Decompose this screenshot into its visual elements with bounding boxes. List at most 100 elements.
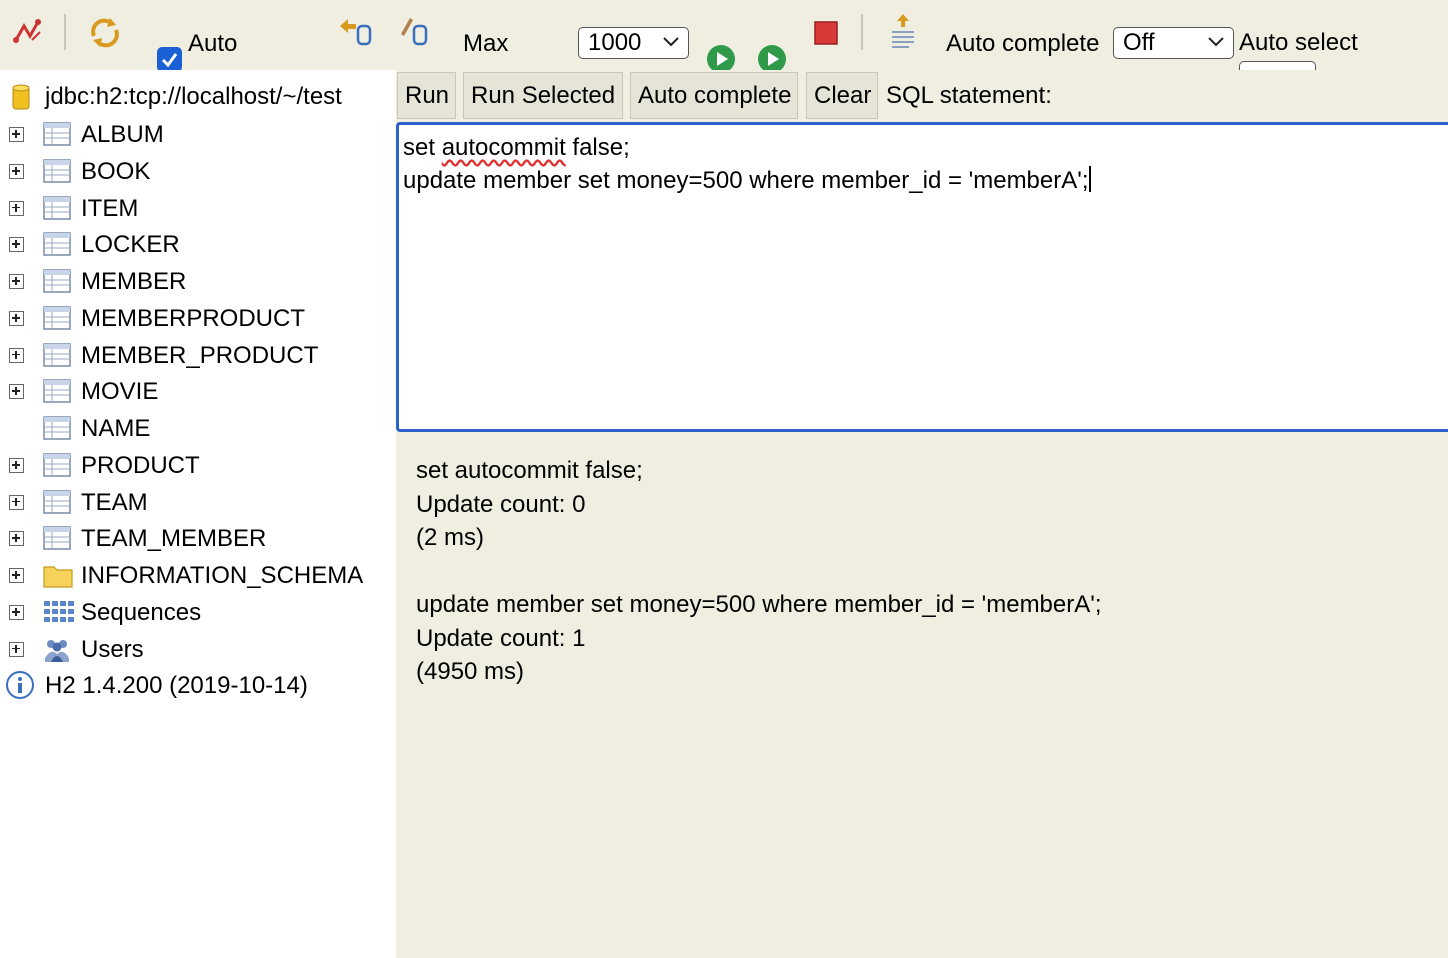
expand-icon[interactable] [9,531,24,547]
toolbar: Auto Max 1000 Auto complete Off Auto sel… [0,0,1448,70]
tree-table-locker[interactable]: LOCKER [0,228,396,262]
tree-table-team_member[interactable]: TEAM_MEMBER [0,522,396,556]
tree-table-book[interactable]: BOOK [0,155,396,189]
tree-table-team[interactable]: TEAM [0,486,396,520]
tree-item-label: MEMBER_PRODUCT [81,341,319,369]
misspelled-word: autocommit [441,134,566,161]
tree-table-product[interactable]: PRODUCT [0,449,396,483]
tree-item-label: MEMBER [81,268,187,295]
run-selected-button[interactable]: Run Selected [463,72,623,119]
table-icon [43,121,71,147]
expand-icon[interactable] [9,384,24,400]
tree-table-movie[interactable]: MOVIE [0,375,396,409]
result-output: set autocommit false; Update count: 0 (2 m… [416,454,1102,689]
tree-item-label: ITEM [81,194,139,222]
users-icon [43,636,71,662]
tree-table-member_product[interactable]: MEMBER_PRODUCT [0,339,396,373]
autocomplete-label: Auto complete [946,30,1100,57]
autoselect-select[interactable] [1239,61,1316,70]
table-icon [43,378,71,404]
tree-table-item[interactable]: ITEM [0,192,396,226]
table-icon [43,489,71,515]
tree-table-name[interactable]: NAME [0,412,396,446]
max-rows-select[interactable]: 1000 [578,27,689,59]
tree-item-label: ALBUM [81,121,164,148]
expand-icon[interactable] [9,163,24,179]
expand-icon[interactable] [9,568,24,583]
stop-icon[interactable] [813,20,839,46]
result-line: set autocommit false; [416,457,643,484]
tree-schema[interactable]: INFORMATION_SCHEMA [0,559,396,593]
sequences-icon [43,599,74,625]
run-icon[interactable] [706,44,736,70]
table-icon [43,158,71,184]
tree-item-label: BOOK [81,157,151,185]
tree-connection[interactable]: jdbc:h2:tcp://localhost/~/test [0,80,396,114]
table-icon [43,525,71,551]
refresh-icon[interactable] [88,16,122,48]
info-icon [5,670,35,705]
history-icon[interactable] [889,12,917,52]
sql-editor[interactable]: set autocommit false; update member set … [396,122,1448,432]
run-button[interactable]: Run [397,72,456,119]
tree-table-album[interactable]: ALBUM [0,118,396,152]
query-panel: Run Run Selected Auto complete Clear SQL… [396,70,1448,958]
sql-line-1: set autocommit false; [403,131,1448,164]
clear-button[interactable]: Clear [806,72,878,119]
tree-table-member[interactable]: MEMBER [0,265,396,299]
rollback-icon[interactable] [336,16,372,46]
commit-icon[interactable] [398,16,430,46]
folder-icon [43,562,73,588]
tree-users[interactable]: Users [0,633,396,667]
expand-icon[interactable] [9,347,24,363]
run-selected-icon[interactable] [757,44,787,70]
object-tree: jdbc:h2:tcp://localhost/~/test ALBUM BOOK… [0,70,396,958]
tree-item-label: TEAM [81,488,148,516]
tree-item-label: Sequences [81,598,202,626]
table-icon [43,342,71,368]
result-line: update member set money=500 where member… [416,591,1102,618]
tree-item-label: MOVIE [81,378,159,406]
connection-url: jdbc:h2:tcp://localhost/~/test [45,83,342,110]
tree-item-label: LOCKER [81,231,180,259]
version-label: H2 1.4.200 (2019-10-14) [45,672,308,700]
tree-table-memberproduct[interactable]: MEMBERPRODUCT [0,302,396,336]
sql-line-2: update member set money=500 where member… [403,164,1448,197]
table-icon [43,195,71,221]
table-icon [43,231,71,257]
chevron-down-icon [663,37,679,47]
autoselect-label: Auto select [1239,29,1358,56]
expand-icon[interactable] [9,127,24,142]
tree-item-label: PRODUCT [81,451,200,479]
toolbar-separator [64,14,66,50]
expand-icon[interactable] [9,274,24,289]
table-icon [43,305,71,331]
autocomplete-value: Off [1123,29,1155,56]
table-icon [43,415,71,441]
tree-version: H2 1.4.200 (2019-10-14) [0,669,396,703]
table-icon [43,452,71,478]
expand-icon[interactable] [9,237,24,253]
database-icon [12,84,30,110]
expand-icon[interactable] [9,310,24,326]
expand-icon[interactable] [9,641,24,657]
result-line: (4950 ms) [416,658,525,685]
tree-item-label: MEMBERPRODUCT [81,304,306,332]
tree-item-label: NAME [81,415,151,442]
result-line: Update count: 0 [416,490,586,518]
result-line: (2 ms) [416,524,484,551]
disconnect-icon[interactable] [12,16,44,46]
autocomplete-select[interactable]: Off [1113,27,1234,59]
tree-sequences[interactable]: Sequences [0,596,396,630]
expand-icon[interactable] [9,457,24,473]
chevron-down-icon [1208,37,1224,47]
expand-icon[interactable] [9,200,24,216]
text-caret [1088,166,1091,192]
table-icon [43,268,71,294]
auto-complete-button[interactable]: Auto complete [630,72,798,119]
max-rows-value: 1000 [588,29,642,56]
result-line: Update count: 1 [416,624,586,652]
expand-icon[interactable] [9,604,24,620]
expand-icon[interactable] [9,494,24,510]
autocommit-checkbox[interactable] [157,47,182,70]
